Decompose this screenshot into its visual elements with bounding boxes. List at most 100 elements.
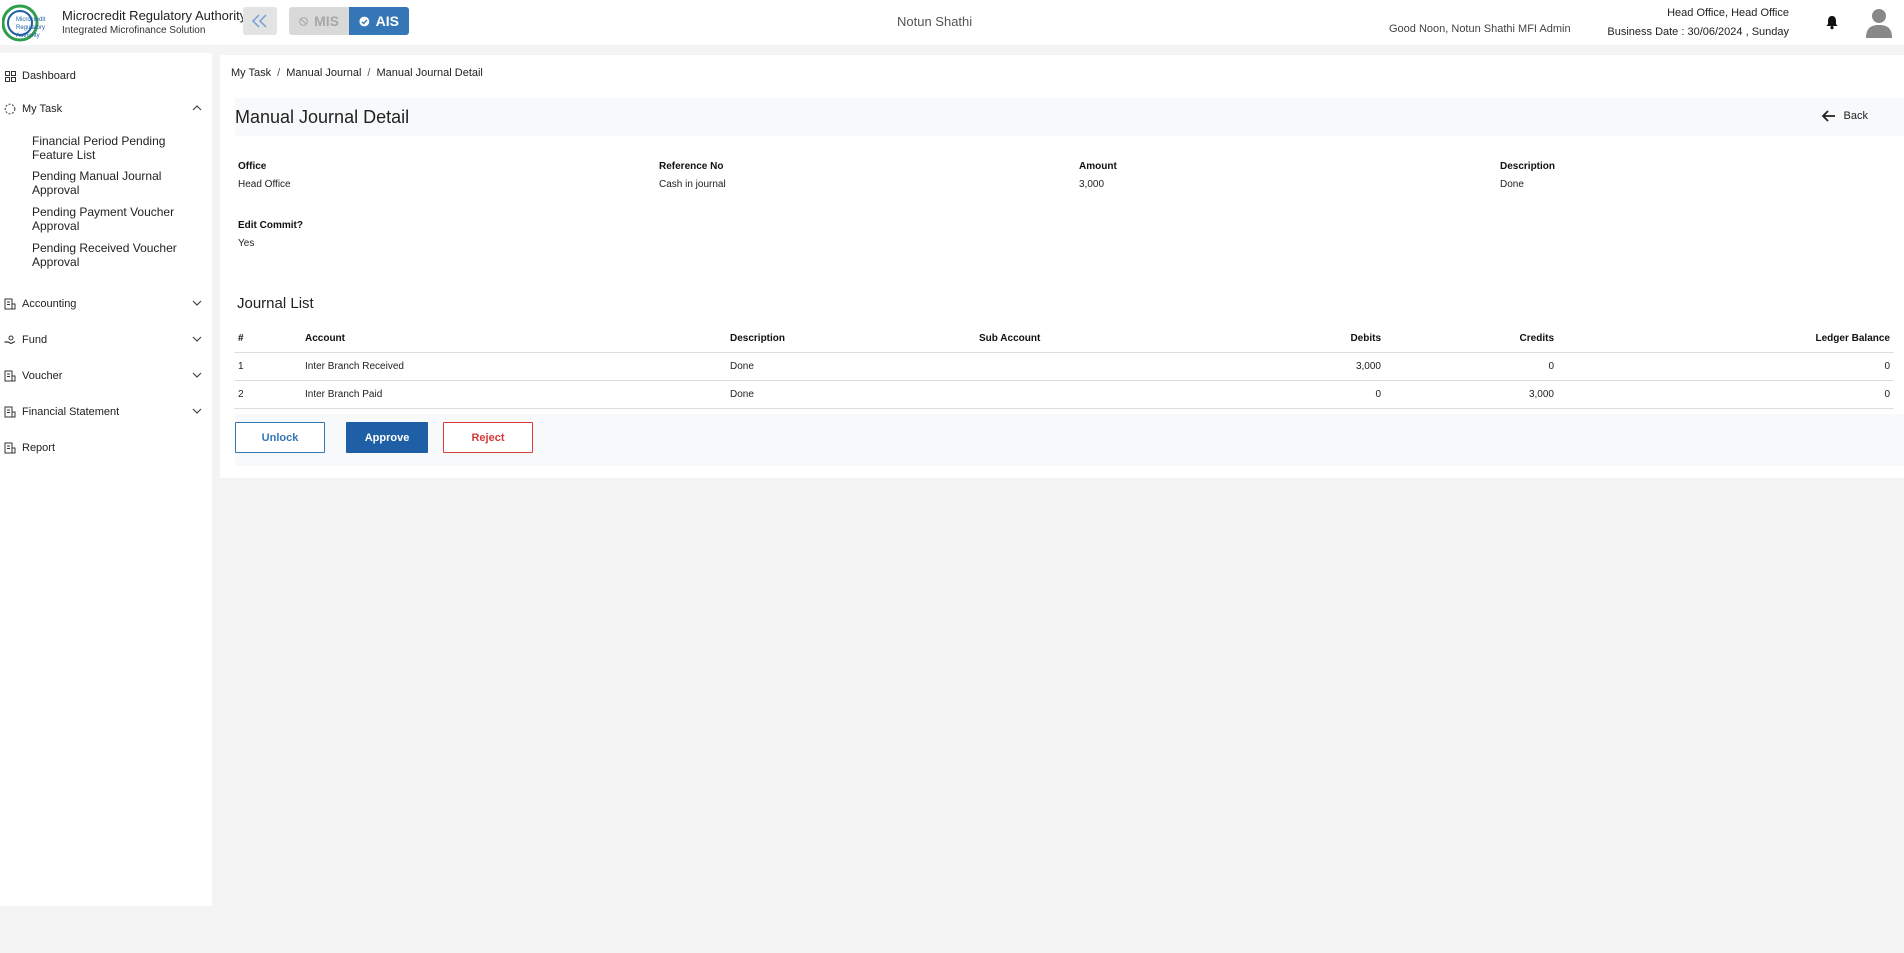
cell-description: Done xyxy=(726,380,975,409)
top-header: Microcredit Regulatory Authority Microcr… xyxy=(0,0,1904,45)
back-label: Back xyxy=(1843,110,1868,122)
ledger-icon xyxy=(4,406,16,418)
ban-icon xyxy=(299,16,308,26)
col-sub-account: Sub Account xyxy=(975,326,1125,353)
breadcrumb-separator: / xyxy=(277,66,281,79)
unlock-button[interactable]: Unlock xyxy=(235,422,325,453)
description-value: Done xyxy=(1500,179,1524,190)
notification-bell-icon[interactable] xyxy=(1824,14,1840,30)
sidebar-item-financial-statement[interactable]: Financial Statement xyxy=(0,401,212,423)
office-name: Head Office, Head Office xyxy=(1667,7,1789,19)
cell-index: 1 xyxy=(234,352,301,381)
page-title: Manual Journal Detail xyxy=(235,106,410,127)
logo-text-3: Authority xyxy=(16,33,40,39)
reference-label: Reference No xyxy=(659,161,724,172)
arrow-left-icon xyxy=(1821,110,1835,122)
col-credits: Credits xyxy=(1385,326,1558,353)
mfi-title: Notun Shathi xyxy=(897,14,973,29)
col-description: Description xyxy=(726,326,975,353)
check-circle-icon xyxy=(359,16,370,26)
col-index: # xyxy=(234,326,301,353)
col-ledger-balance: Ledger Balance xyxy=(1558,326,1894,353)
cell-ledger-balance: 0 xyxy=(1558,380,1894,409)
sidebar: Dashboard My Task Financial Period Pendi… xyxy=(0,53,212,906)
org-subtitle: Integrated Microfinance Solution xyxy=(62,24,206,36)
edit-commit-label: Edit Commit? xyxy=(238,220,303,231)
action-bar: Unlock Approve Reject xyxy=(235,414,1904,466)
sidebar-subitem-pending-received-voucher[interactable]: Pending Received Voucher Approval xyxy=(32,241,202,269)
ledger-icon xyxy=(4,298,16,310)
breadcrumb: My Task / Manual Journal / Manual Journa… xyxy=(220,55,1904,90)
business-date: Business Date : 30/06/2024 , Sunday xyxy=(1607,26,1789,38)
mis-mode-button[interactable]: MIS xyxy=(289,7,349,35)
chevron-up-icon xyxy=(192,105,202,111)
sidebar-label-fund: Fund xyxy=(22,334,48,346)
table-header-row: # Account Description Sub Account Debits… xyxy=(234,326,1894,353)
sidebar-item-accounting[interactable]: Accounting xyxy=(0,293,212,315)
back-button[interactable]: Back xyxy=(1821,110,1868,122)
breadcrumb-manual-journal[interactable]: Manual Journal xyxy=(286,67,361,79)
sidebar-item-voucher[interactable]: Voucher xyxy=(0,365,212,387)
cell-account: Inter Branch Received xyxy=(301,352,726,381)
module-switch: MIS AIS xyxy=(289,7,409,35)
office-info: Head Office, Head Office Business Date :… xyxy=(1607,4,1789,42)
breadcrumb-current: Manual Journal Detail xyxy=(376,66,483,79)
chevron-down-icon xyxy=(192,408,202,414)
reference-value: Cash in journal xyxy=(659,179,726,190)
ais-mode-button[interactable]: AIS xyxy=(349,7,409,35)
col-account: Account xyxy=(301,326,726,353)
collapse-sidebar-button[interactable] xyxy=(243,7,277,35)
sidebar-label-voucher: Voucher xyxy=(22,370,63,382)
reject-button[interactable]: Reject xyxy=(443,422,533,453)
cell-index: 2 xyxy=(234,380,301,409)
grid-icon xyxy=(4,70,16,82)
table-row: 2 Inter Branch Paid Done 0 3,000 0 xyxy=(234,380,1894,409)
mra-logo: Microcredit Regulatory Authority xyxy=(1,3,56,43)
sidebar-label-accounting: Accounting xyxy=(22,298,77,310)
ais-label: AIS xyxy=(375,13,399,29)
sidebar-label-report: Report xyxy=(22,442,56,454)
logo-text-1: Microcredit xyxy=(16,17,46,23)
journal-list-title: Journal List xyxy=(237,295,314,312)
description-label: Description xyxy=(1500,161,1556,172)
sidebar-subitem-financial-period[interactable]: Financial Period Pending Feature List xyxy=(32,134,202,162)
chevron-down-icon xyxy=(192,336,202,342)
cell-description: Done xyxy=(726,352,975,381)
edit-commit-value: Yes xyxy=(238,238,255,249)
cell-sub-account xyxy=(975,380,1125,409)
cell-sub-account xyxy=(975,352,1125,381)
cell-account: Inter Branch Paid xyxy=(301,380,726,409)
breadcrumb-separator: / xyxy=(367,66,371,79)
org-title-block: Microcredit Regulatory Authority Integra… xyxy=(62,8,246,38)
cell-credits: 3,000 xyxy=(1385,380,1558,409)
col-debits: Debits xyxy=(1125,326,1385,353)
greeting-text: Good Noon, Notun Shathi MFI Admin xyxy=(1389,23,1571,35)
sidebar-item-dashboard[interactable]: Dashboard xyxy=(0,65,212,87)
office-label: Office xyxy=(238,161,267,172)
double-chevron-left-icon xyxy=(251,14,267,28)
cell-ledger-balance: 0 xyxy=(1558,352,1894,381)
sidebar-subitem-pending-payment-voucher[interactable]: Pending Payment Voucher Approval xyxy=(32,205,202,233)
chevron-down-icon xyxy=(192,300,202,306)
approve-button[interactable]: Approve xyxy=(346,422,428,453)
chevron-down-icon xyxy=(192,372,202,378)
cell-debits: 0 xyxy=(1125,380,1385,409)
cell-credits: 0 xyxy=(1385,352,1558,381)
user-avatar-icon[interactable] xyxy=(1865,6,1893,38)
sidebar-item-fund[interactable]: Fund xyxy=(0,329,212,351)
sidebar-label-dashboard: Dashboard xyxy=(22,70,76,82)
sidebar-item-my-task[interactable]: My Task xyxy=(0,98,212,120)
sidebar-label-my-task: My Task xyxy=(22,103,63,115)
breadcrumb-my-task[interactable]: My Task xyxy=(231,67,271,79)
org-name: Microcredit Regulatory Authority xyxy=(62,7,247,23)
hand-money-icon xyxy=(4,334,16,346)
ledger-icon xyxy=(4,370,16,382)
cell-debits: 3,000 xyxy=(1125,352,1385,381)
detail-panel: Manual Journal Detail Back Office Head O… xyxy=(220,90,1904,478)
sidebar-item-report[interactable]: Report xyxy=(0,437,212,459)
table-row: 1 Inter Branch Received Done 3,000 0 0 xyxy=(234,352,1894,381)
sidebar-subitem-pending-manual-journal[interactable]: Pending Manual Journal Approval xyxy=(32,169,202,197)
amount-label: Amount xyxy=(1079,161,1117,172)
sidebar-label-financial-statement: Financial Statement xyxy=(22,406,120,418)
office-value: Head Office xyxy=(238,179,291,190)
